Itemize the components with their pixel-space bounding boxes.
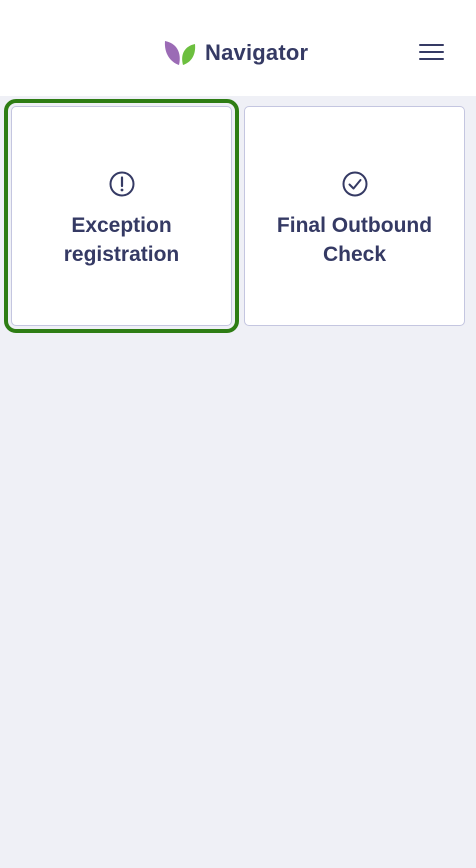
hamburger-menu-line [419,58,444,60]
tile-label: Exception registration [63,214,180,266]
final-outbound-check-tile[interactable]: Final Outbound Check [244,106,465,326]
leaf-logo-icon [164,41,196,65]
hamburger-menu-button[interactable] [414,38,448,68]
tile-label: Final Outbound Check [276,214,433,266]
check-circle-icon [342,171,367,197]
exception-registration-tile[interactable]: Exception registration [4,99,239,333]
hamburger-menu-icon [419,44,444,46]
app-title: Navigator [205,40,309,65]
exclamation-circle-icon [109,171,134,197]
brand: Navigator [163,38,308,68]
app-header: Navigator [0,0,476,96]
hamburger-menu-line [419,51,444,53]
